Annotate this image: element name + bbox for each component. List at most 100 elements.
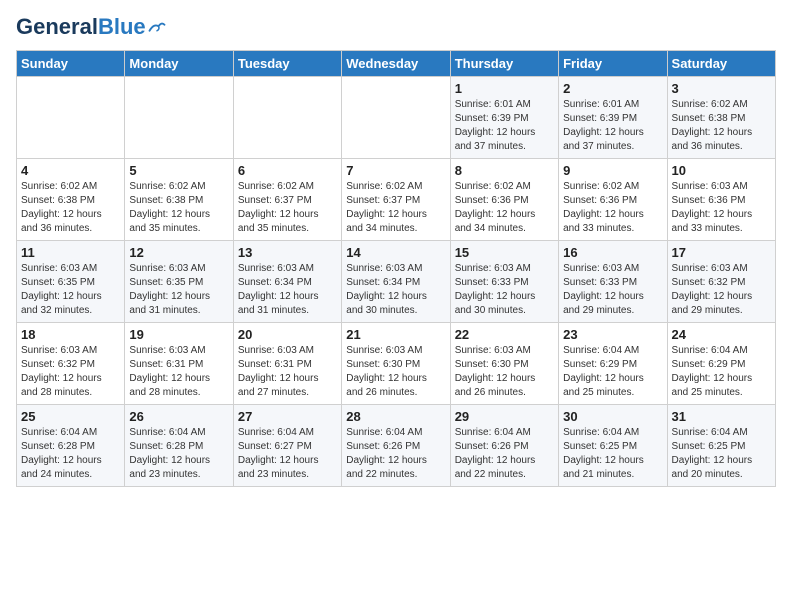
day-info: Sunrise: 6:01 AM Sunset: 6:39 PM Dayligh… xyxy=(563,98,662,154)
day-info: Sunrise: 6:03 AM Sunset: 6:35 PM Dayligh… xyxy=(129,262,228,318)
day-number: 2 xyxy=(563,81,662,96)
day-info: Sunrise: 6:03 AM Sunset: 6:33 PM Dayligh… xyxy=(455,262,554,318)
weekday-header-wednesday: Wednesday xyxy=(342,51,450,77)
calendar-cell xyxy=(342,77,450,159)
calendar-cell: 20 Sunrise: 6:03 AM Sunset: 6:31 PM Dayli… xyxy=(233,323,341,405)
calendar-cell: 23 Sunrise: 6:04 AM Sunset: 6:29 PM Dayli… xyxy=(559,323,667,405)
calendar-cell: 15 Sunrise: 6:03 AM Sunset: 6:33 PM Dayli… xyxy=(450,241,558,323)
calendar-cell: 28 Sunrise: 6:04 AM Sunset: 6:26 PM Dayli… xyxy=(342,405,450,487)
day-number: 27 xyxy=(238,409,337,424)
day-number: 19 xyxy=(129,327,228,342)
day-number: 30 xyxy=(563,409,662,424)
calendar-cell: 21 Sunrise: 6:03 AM Sunset: 6:30 PM Dayli… xyxy=(342,323,450,405)
day-info: Sunrise: 6:04 AM Sunset: 6:29 PM Dayligh… xyxy=(563,344,662,400)
day-number: 25 xyxy=(21,409,120,424)
day-number: 14 xyxy=(346,245,445,260)
day-info: Sunrise: 6:04 AM Sunset: 6:29 PM Dayligh… xyxy=(672,344,771,400)
day-number: 26 xyxy=(129,409,228,424)
day-info: Sunrise: 6:04 AM Sunset: 6:26 PM Dayligh… xyxy=(455,426,554,482)
calendar-cell: 18 Sunrise: 6:03 AM Sunset: 6:32 PM Dayli… xyxy=(17,323,125,405)
calendar-cell xyxy=(233,77,341,159)
day-info: Sunrise: 6:03 AM Sunset: 6:30 PM Dayligh… xyxy=(455,344,554,400)
day-number: 18 xyxy=(21,327,120,342)
day-number: 13 xyxy=(238,245,337,260)
day-number: 23 xyxy=(563,327,662,342)
calendar-table: SundayMondayTuesdayWednesdayThursdayFrid… xyxy=(16,50,776,487)
weekday-header-sunday: Sunday xyxy=(17,51,125,77)
day-number: 21 xyxy=(346,327,445,342)
day-number: 7 xyxy=(346,163,445,178)
day-info: Sunrise: 6:04 AM Sunset: 6:26 PM Dayligh… xyxy=(346,426,445,482)
day-info: Sunrise: 6:03 AM Sunset: 6:31 PM Dayligh… xyxy=(238,344,337,400)
day-info: Sunrise: 6:04 AM Sunset: 6:25 PM Dayligh… xyxy=(672,426,771,482)
day-info: Sunrise: 6:03 AM Sunset: 6:34 PM Dayligh… xyxy=(346,262,445,318)
calendar-cell: 10 Sunrise: 6:03 AM Sunset: 6:36 PM Dayli… xyxy=(667,159,775,241)
calendar-cell: 26 Sunrise: 6:04 AM Sunset: 6:28 PM Dayli… xyxy=(125,405,233,487)
day-info: Sunrise: 6:01 AM Sunset: 6:39 PM Dayligh… xyxy=(455,98,554,154)
day-number: 31 xyxy=(672,409,771,424)
day-info: Sunrise: 6:03 AM Sunset: 6:32 PM Dayligh… xyxy=(672,262,771,318)
day-number: 11 xyxy=(21,245,120,260)
day-number: 29 xyxy=(455,409,554,424)
day-number: 28 xyxy=(346,409,445,424)
day-info: Sunrise: 6:04 AM Sunset: 6:28 PM Dayligh… xyxy=(129,426,228,482)
day-number: 20 xyxy=(238,327,337,342)
day-number: 3 xyxy=(672,81,771,96)
weekday-header-monday: Monday xyxy=(125,51,233,77)
calendar-cell: 22 Sunrise: 6:03 AM Sunset: 6:30 PM Dayli… xyxy=(450,323,558,405)
day-info: Sunrise: 6:04 AM Sunset: 6:27 PM Dayligh… xyxy=(238,426,337,482)
day-info: Sunrise: 6:03 AM Sunset: 6:31 PM Dayligh… xyxy=(129,344,228,400)
day-info: Sunrise: 6:03 AM Sunset: 6:30 PM Dayligh… xyxy=(346,344,445,400)
day-number: 4 xyxy=(21,163,120,178)
day-number: 15 xyxy=(455,245,554,260)
day-number: 6 xyxy=(238,163,337,178)
day-info: Sunrise: 6:04 AM Sunset: 6:28 PM Dayligh… xyxy=(21,426,120,482)
day-info: Sunrise: 6:03 AM Sunset: 6:34 PM Dayligh… xyxy=(238,262,337,318)
day-info: Sunrise: 6:02 AM Sunset: 6:37 PM Dayligh… xyxy=(346,180,445,236)
calendar-cell: 16 Sunrise: 6:03 AM Sunset: 6:33 PM Dayli… xyxy=(559,241,667,323)
day-number: 16 xyxy=(563,245,662,260)
calendar-cell: 27 Sunrise: 6:04 AM Sunset: 6:27 PM Dayli… xyxy=(233,405,341,487)
calendar-cell: 14 Sunrise: 6:03 AM Sunset: 6:34 PM Dayli… xyxy=(342,241,450,323)
day-number: 9 xyxy=(563,163,662,178)
day-number: 22 xyxy=(455,327,554,342)
calendar-cell: 2 Sunrise: 6:01 AM Sunset: 6:39 PM Daylig… xyxy=(559,77,667,159)
calendar-cell: 11 Sunrise: 6:03 AM Sunset: 6:35 PM Dayli… xyxy=(17,241,125,323)
logo-bird-icon xyxy=(148,20,166,34)
logo: GeneralBlue xyxy=(16,16,166,38)
weekday-header-thursday: Thursday xyxy=(450,51,558,77)
calendar-cell: 29 Sunrise: 6:04 AM Sunset: 6:26 PM Dayli… xyxy=(450,405,558,487)
calendar-cell xyxy=(17,77,125,159)
calendar-cell xyxy=(125,77,233,159)
day-info: Sunrise: 6:02 AM Sunset: 6:38 PM Dayligh… xyxy=(129,180,228,236)
calendar-cell: 31 Sunrise: 6:04 AM Sunset: 6:25 PM Dayli… xyxy=(667,405,775,487)
weekday-header-saturday: Saturday xyxy=(667,51,775,77)
day-info: Sunrise: 6:02 AM Sunset: 6:36 PM Dayligh… xyxy=(455,180,554,236)
page-header: GeneralBlue xyxy=(16,16,776,38)
day-number: 8 xyxy=(455,163,554,178)
calendar-cell: 3Sunrise: 6:02 AM Sunset: 6:38 PM Daylig… xyxy=(667,77,775,159)
calendar-cell: 9Sunrise: 6:02 AM Sunset: 6:36 PM Daylig… xyxy=(559,159,667,241)
calendar-cell: 13 Sunrise: 6:03 AM Sunset: 6:34 PM Dayli… xyxy=(233,241,341,323)
day-number: 24 xyxy=(672,327,771,342)
day-info: Sunrise: 6:03 AM Sunset: 6:33 PM Dayligh… xyxy=(563,262,662,318)
calendar-cell: 30 Sunrise: 6:04 AM Sunset: 6:25 PM Dayli… xyxy=(559,405,667,487)
calendar-cell: 24 Sunrise: 6:04 AM Sunset: 6:29 PM Dayli… xyxy=(667,323,775,405)
calendar-cell: 17 Sunrise: 6:03 AM Sunset: 6:32 PM Dayli… xyxy=(667,241,775,323)
logo-text: GeneralBlue xyxy=(16,16,146,38)
day-number: 10 xyxy=(672,163,771,178)
day-info: Sunrise: 6:04 AM Sunset: 6:25 PM Dayligh… xyxy=(563,426,662,482)
calendar-cell: 1 Sunrise: 6:01 AM Sunset: 6:39 PM Daylig… xyxy=(450,77,558,159)
calendar-cell: 8 Sunrise: 6:02 AM Sunset: 6:36 PM Daylig… xyxy=(450,159,558,241)
day-number: 17 xyxy=(672,245,771,260)
calendar-cell: 7 Sunrise: 6:02 AM Sunset: 6:37 PM Daylig… xyxy=(342,159,450,241)
day-info: Sunrise: 6:03 AM Sunset: 6:35 PM Dayligh… xyxy=(21,262,120,318)
day-info: Sunrise: 6:03 AM Sunset: 6:32 PM Dayligh… xyxy=(21,344,120,400)
day-info: Sunrise: 6:03 AM Sunset: 6:36 PM Dayligh… xyxy=(672,180,771,236)
weekday-header-friday: Friday xyxy=(559,51,667,77)
calendar-cell: 25 Sunrise: 6:04 AM Sunset: 6:28 PM Dayli… xyxy=(17,405,125,487)
day-number: 1 xyxy=(455,81,554,96)
calendar-cell: 12Sunrise: 6:03 AM Sunset: 6:35 PM Dayli… xyxy=(125,241,233,323)
weekday-header-tuesday: Tuesday xyxy=(233,51,341,77)
day-number: 5 xyxy=(129,163,228,178)
